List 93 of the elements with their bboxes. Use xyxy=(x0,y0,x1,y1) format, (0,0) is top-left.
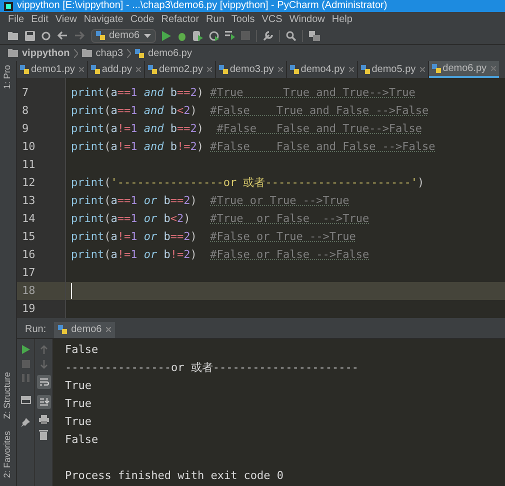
structure-icon[interactable] xyxy=(308,30,320,40)
line-number: 14 xyxy=(21,211,36,227)
code-line: print(a==1 or b==2) #True or True -->True xyxy=(71,194,350,207)
line-number: 17 xyxy=(21,265,36,281)
list-run-icon[interactable] xyxy=(224,31,235,40)
code-line: print(a!=1 and b==2) #False False and True-->False xyxy=(71,122,422,135)
scroll-end-icon[interactable] xyxy=(36,395,50,409)
editor-tab[interactable]: demo6.py xyxy=(428,61,499,78)
line-number: 8 xyxy=(21,103,30,119)
python-file-icon xyxy=(360,65,370,74)
close-icon[interactable] xyxy=(106,327,111,332)
console-line: True xyxy=(65,414,92,430)
clock-icon[interactable] xyxy=(208,30,219,40)
tool-window-button[interactable]: 2: Favorites xyxy=(1,430,15,478)
soft-wrap-icon[interactable] xyxy=(36,375,50,389)
folder-icon[interactable] xyxy=(8,31,19,40)
pin-icon[interactable] xyxy=(21,418,30,427)
console-line: False xyxy=(65,432,100,448)
line-number: 11 xyxy=(21,157,36,173)
run-label: Run: xyxy=(25,323,46,337)
console-line: True xyxy=(65,396,92,412)
python-file-icon xyxy=(218,65,228,74)
chevron-icon xyxy=(127,48,132,58)
menu-item[interactable]: File xyxy=(8,12,24,27)
python-file-icon xyxy=(148,65,157,74)
layout-icon[interactable] xyxy=(20,396,30,404)
caret-icon xyxy=(144,34,151,38)
breadcrumb-item[interactable]: demo6.py xyxy=(135,46,192,60)
breadcrumb-item[interactable]: vippython xyxy=(8,46,70,60)
python-file-icon xyxy=(90,65,100,74)
trash-icon[interactable] xyxy=(39,430,48,440)
run-tab[interactable]: demo6 xyxy=(54,322,115,338)
console-line: ----------------or 或者---------------------- xyxy=(65,360,360,376)
line-number: 9 xyxy=(21,121,30,137)
menu-item[interactable]: Edit xyxy=(31,12,48,27)
python-icon xyxy=(58,325,68,334)
line-number: 15 xyxy=(21,229,36,245)
console-line: False xyxy=(65,342,100,358)
folder-icon xyxy=(8,49,18,57)
back-arrow-icon[interactable] xyxy=(57,31,68,40)
app-icon xyxy=(4,2,13,10)
console-line: True xyxy=(65,378,92,394)
code-line: print(a==1 and b<2) #False True and False -->False xyxy=(71,104,429,117)
text-cursor xyxy=(71,283,72,299)
tool-window-button[interactable]: 1: Pro xyxy=(1,65,15,90)
python-file-icon xyxy=(135,48,144,58)
python-file-icon xyxy=(290,65,299,74)
menu-item[interactable]: Run xyxy=(206,12,224,27)
run-icon[interactable] xyxy=(162,30,171,40)
python-file-icon xyxy=(20,65,29,74)
folder-icon xyxy=(82,49,92,57)
menu-item[interactable]: Tools xyxy=(231,12,255,27)
run-config-dropdown[interactable]: demo6 xyxy=(91,28,156,42)
rerun-icon[interactable] xyxy=(22,345,30,354)
menu-item[interactable]: VCS xyxy=(262,12,282,27)
menu-item[interactable]: View xyxy=(55,12,77,27)
line-number: 12 xyxy=(21,175,36,191)
save-icon[interactable] xyxy=(25,30,35,40)
wrench-icon[interactable] xyxy=(262,30,273,40)
line-number: 18 xyxy=(17,282,65,300)
line-number: 16 xyxy=(21,247,36,263)
python-icon xyxy=(96,31,105,40)
code-line: print(a==1 and b==2) #True True and True-->True xyxy=(71,86,416,99)
close-icon[interactable] xyxy=(206,67,212,72)
code-line: print(a==1 or b<2) #True or False -->True xyxy=(71,212,370,225)
menu-item[interactable]: Navigate xyxy=(84,12,124,27)
code-line: print(a!=1 or b==2) #False or True -->True xyxy=(71,230,356,243)
coverage-icon[interactable] xyxy=(192,30,203,40)
breadcrumb-item[interactable]: chap3 xyxy=(82,46,124,60)
console-line: Process finished with exit code 0 xyxy=(65,468,285,484)
tool-window-button[interactable]: Z: Structure xyxy=(1,372,15,419)
close-icon[interactable] xyxy=(78,67,84,72)
menu-item[interactable]: Refactor xyxy=(161,12,200,27)
chevron-icon xyxy=(74,48,78,58)
close-icon[interactable] xyxy=(420,67,425,72)
menu-item[interactable]: Help xyxy=(332,12,352,27)
python-file-icon xyxy=(432,64,441,73)
window-title: vippython [E:\vippython] - ...\chap3\demo6.py [vippython] - PyCharm (Administrator) xyxy=(17,1,388,11)
close-icon[interactable] xyxy=(348,67,354,72)
close-icon[interactable] xyxy=(278,67,283,72)
menu-item[interactable]: Window xyxy=(289,12,325,27)
code-line: print(a!=1 or b!=2) #False or False -->False xyxy=(71,248,370,261)
search-icon[interactable] xyxy=(286,30,296,40)
menu-item[interactable]: Code xyxy=(130,12,154,27)
line-number: 7 xyxy=(21,85,30,101)
line-number: 13 xyxy=(21,193,36,209)
sync-icon[interactable] xyxy=(41,30,51,40)
print-icon[interactable] xyxy=(38,415,48,424)
close-icon[interactable] xyxy=(136,67,141,72)
code-line: print(a!=1 and b!=2) #False False and False -->False xyxy=(71,140,436,153)
code-line: print('----------------or 或者----------------------') xyxy=(71,176,424,189)
line-number: 19 xyxy=(21,301,36,317)
line-number: 10 xyxy=(21,139,36,155)
